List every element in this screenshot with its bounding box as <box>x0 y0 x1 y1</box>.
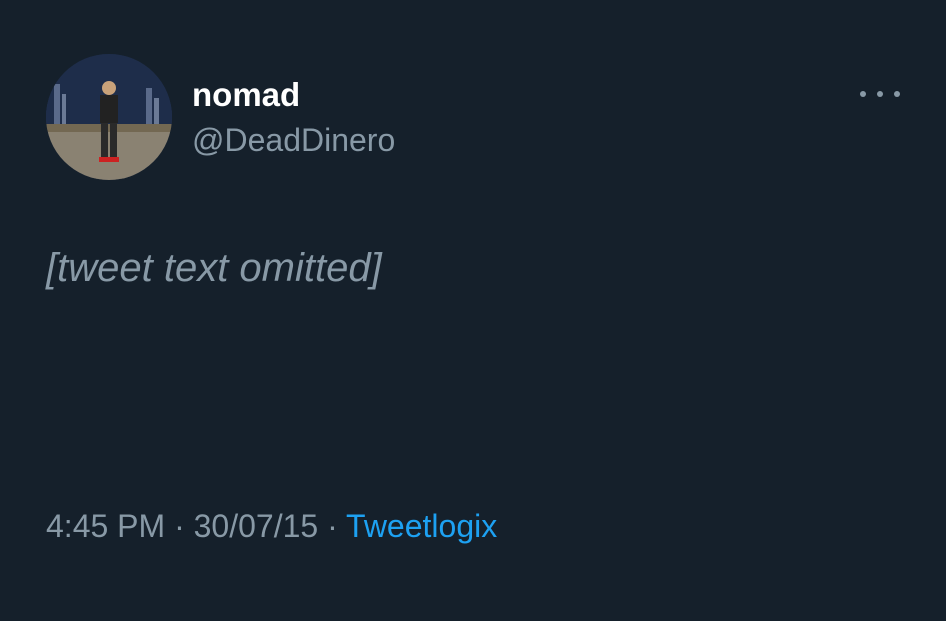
tweet-card: nomad @DeadDinero [tweet text omitted] 4… <box>0 0 946 621</box>
meta-separator: · <box>318 508 347 544</box>
more-options-icon[interactable] <box>860 84 900 104</box>
tweet-source-link[interactable]: Tweetlogix <box>346 508 497 544</box>
tweet-date: 30/07/15 <box>193 508 319 544</box>
author-handle[interactable]: @DeadDinero <box>192 122 395 159</box>
avatar-photo <box>46 54 172 180</box>
tweet-text-placeholder: [tweet text omitted] <box>46 246 382 290</box>
meta-separator: · <box>165 508 194 544</box>
tweet-text: [tweet text omitted] <box>46 236 906 300</box>
dot <box>894 91 900 97</box>
dot <box>877 91 883 97</box>
tweet-time: 4:45 PM <box>46 508 166 544</box>
tweet-meta: 4:45 PM · 30/07/15 · Tweetlogix <box>46 508 497 545</box>
author-name[interactable]: nomad <box>192 76 300 114</box>
dot <box>860 91 866 97</box>
avatar[interactable] <box>46 54 172 180</box>
